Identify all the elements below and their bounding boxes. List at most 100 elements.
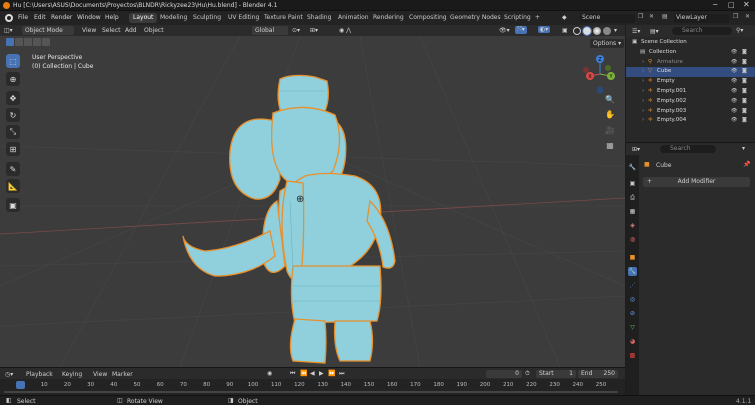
outliner-row[interactable]: › ✛ Empty.002 👁 ◙ (626, 97, 755, 107)
visibility-eye-icon[interactable]: 👁 (731, 97, 737, 107)
outliner-search-input[interactable]: Search (672, 27, 732, 35)
menu-select[interactable]: Select (102, 27, 121, 34)
data-tab-icon[interactable]: ▽ (628, 323, 637, 332)
world-tab-icon[interactable]: ◍ (628, 235, 637, 244)
solid-shading-icon[interactable] (582, 26, 592, 36)
wireframe-shading-icon[interactable] (573, 27, 581, 35)
rendered-shading-icon[interactable] (603, 27, 611, 35)
shading-options-icon[interactable]: ▾ (614, 27, 617, 34)
pan-hand-icon[interactable]: ✋ (604, 109, 616, 121)
timeline-ruler[interactable]: 0102030405060708090100110120130140150160… (0, 379, 625, 395)
pivot-icon[interactable]: ⊙▾ (292, 27, 300, 34)
tab-uv-editing[interactable]: UV Editing (224, 13, 263, 23)
new-view-layer-icon[interactable]: ❐ (733, 13, 738, 20)
playhead-marker[interactable] (16, 381, 25, 389)
timeline-editor-icon[interactable]: ◷▾ (5, 371, 13, 378)
perspective-toggle-icon[interactable]: ▦ (604, 140, 616, 152)
timeline-scrollbar[interactable] (4, 391, 618, 393)
jump-start-icon[interactable]: ⏮ (290, 370, 295, 378)
menu-timeline-view[interactable]: View (93, 371, 107, 378)
tab-shading[interactable]: Shading (303, 13, 335, 23)
add-workspace-button[interactable]: + (531, 13, 544, 23)
move-tool-icon[interactable]: ✥ (6, 91, 20, 105)
render-camera-icon[interactable]: ◙ (742, 58, 747, 68)
properties-search-input[interactable]: Search (660, 145, 716, 153)
view-layer-tab-icon[interactable]: ▦ (628, 207, 637, 216)
modifier-tab-icon[interactable]: 🔧 (628, 267, 637, 276)
scene-tab-icon[interactable]: ◈ (628, 221, 637, 230)
select-extend-icon[interactable] (15, 38, 23, 46)
orientation-dropdown[interactable]: Global (252, 26, 288, 35)
tab-compositing[interactable]: Compositing (405, 13, 451, 23)
render-camera-icon[interactable]: ◙ (742, 87, 747, 97)
menu-file[interactable]: File (18, 14, 28, 21)
play-reverse-icon[interactable]: ◀ (310, 370, 315, 377)
tab-texture-paint[interactable]: Texture Paint (260, 13, 307, 23)
render-camera-icon[interactable]: ◙ (742, 97, 747, 107)
scale-tool-icon[interactable]: ⤡ (6, 125, 20, 139)
add-cube-tool-icon[interactable]: ▣ (6, 198, 20, 212)
visibility-eye-icon[interactable]: 👁 (731, 116, 737, 126)
select-subtract-icon[interactable] (24, 38, 32, 46)
measure-tool-icon[interactable]: 📐 (6, 179, 20, 193)
visibility-eye-icon[interactable]: 👁 (731, 87, 737, 97)
options-dropdown[interactable]: Options ▾ (590, 39, 625, 48)
constraints-tab-icon[interactable]: ⊘ (628, 309, 637, 318)
tab-scripting[interactable]: Scripting (500, 13, 535, 23)
maximize-icon[interactable]: □ (728, 1, 735, 9)
jump-end-icon[interactable]: ⏭ (339, 370, 344, 378)
annotate-tool-icon[interactable]: ✎ (6, 162, 20, 176)
record-icon[interactable]: ◉ (267, 370, 272, 377)
play-icon[interactable]: ▶ (319, 370, 324, 377)
object-tab-icon[interactable]: ■ (628, 253, 637, 262)
select-invert-icon[interactable] (33, 38, 41, 46)
end-frame-field[interactable]: End 250 (578, 370, 618, 378)
tab-modeling[interactable]: Modeling (156, 13, 191, 23)
outliner-row[interactable]: › ▽ Cube 👁 ◙ (626, 67, 755, 78)
delete-scene-icon[interactable]: ✕ (649, 13, 654, 20)
render-camera-icon[interactable]: ◙ (742, 77, 747, 87)
rotate-tool-icon[interactable]: ↻ (6, 108, 20, 122)
expand-arrow-icon[interactable]: › (642, 77, 644, 87)
display-mode-icon[interactable]: ▤▾ (650, 28, 659, 35)
outliner-row[interactable]: ▣ Scene Collection (626, 38, 755, 48)
camera-view-icon[interactable]: 🎥 (604, 125, 616, 137)
new-scene-icon[interactable]: ❐ (638, 13, 643, 20)
menu-window[interactable]: Window (77, 14, 101, 21)
pin-icon[interactable]: 📌 (743, 161, 750, 168)
panel-divider[interactable] (626, 127, 755, 143)
tab-layout[interactable]: Layout (129, 13, 158, 23)
texture-tab-icon[interactable]: ▩ (628, 351, 637, 360)
expand-arrow-icon[interactable]: › (642, 67, 644, 77)
delete-view-layer-icon[interactable]: ✕ (745, 13, 750, 20)
clock-icon[interactable]: ⏱ (525, 370, 530, 378)
view-layer-name[interactable]: ViewLayer (674, 14, 729, 23)
visibility-eye-icon[interactable]: 👁 (731, 58, 737, 68)
3d-viewport[interactable]: ⬚ ⊕ ✥ ↻ ⤡ ⊞ ✎ 📐 ▣ User Perspective (0) C… (0, 36, 625, 367)
material-tab-icon[interactable]: ◕ (628, 337, 637, 346)
select-box-tool-icon[interactable]: ⬚ (6, 54, 20, 68)
properties-object-name[interactable]: Cube (656, 162, 672, 169)
tab-sculpting[interactable]: Sculpting (189, 13, 225, 23)
add-modifier-button[interactable]: + Add Modifier (643, 177, 750, 187)
cursor-tool-icon[interactable]: ⊕ (6, 72, 20, 86)
menu-render[interactable]: Render (51, 14, 72, 21)
visibility-eye-icon[interactable]: 👁 (731, 67, 737, 77)
navigation-gizmo[interactable]: Z Y X (580, 54, 620, 96)
menu-add[interactable]: Add (125, 27, 137, 34)
visibility-eye-icon[interactable]: 👁 (731, 107, 737, 117)
render-camera-icon[interactable]: ◙ (742, 107, 747, 117)
physics-tab-icon[interactable]: ◎ (628, 295, 637, 304)
material-shading-icon[interactable] (593, 27, 601, 35)
start-frame-field[interactable]: Start 1 (536, 370, 576, 378)
minimize-icon[interactable]: ─ (713, 1, 717, 9)
expand-arrow-icon[interactable]: › (642, 97, 644, 107)
editor-type-icon[interactable]: ◫▾ (4, 27, 13, 34)
xray-icon[interactable]: ▣ (562, 27, 568, 34)
menu-help[interactable]: Help (105, 14, 119, 21)
menu-marker[interactable]: Marker (112, 371, 133, 378)
object-mode-dropdown[interactable]: Object Mode (22, 26, 74, 35)
proportional-edit-icon[interactable]: ◉ ⋀ (339, 27, 351, 34)
visibility-eye-icon[interactable]: 👁 (731, 48, 737, 58)
properties-options-icon[interactable]: ▾ (742, 145, 745, 152)
